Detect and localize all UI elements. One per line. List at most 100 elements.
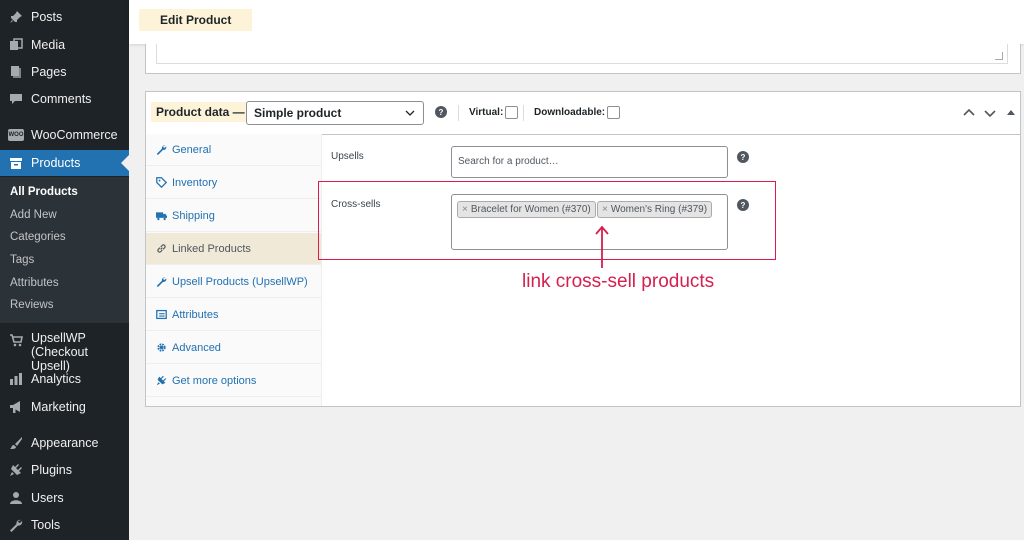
tab-label: Inventory xyxy=(172,176,218,189)
list-icon xyxy=(155,309,167,321)
tab-linked-products[interactable]: Linked Products xyxy=(146,233,321,265)
help-icon[interactable]: ? xyxy=(737,199,749,211)
sidebar-item-media[interactable]: Media xyxy=(0,32,129,58)
product-type-select[interactable]: Simple product xyxy=(246,101,424,125)
product-data-label: Product data — xyxy=(151,102,250,122)
sidebar-item-appearance[interactable]: Appearance xyxy=(0,430,129,456)
description-textarea[interactable] xyxy=(156,44,1008,64)
sidebar-item-products[interactable]: Products xyxy=(0,150,129,176)
sidebar-item-label: Products xyxy=(31,156,81,170)
sidebar-item-plugins[interactable]: Plugins xyxy=(0,457,129,483)
woocommerce-icon: WOO xyxy=(8,127,24,143)
gear-icon xyxy=(155,342,167,354)
token-label: Bracelet for Women (#370) xyxy=(470,204,591,215)
tab-advanced[interactable]: Advanced xyxy=(146,332,321,364)
submenu-attributes[interactable]: Attributes xyxy=(10,277,59,289)
comment-icon xyxy=(8,91,24,107)
tab-label: Shipping xyxy=(172,209,215,222)
remove-icon[interactable]: × xyxy=(462,204,468,215)
bar-chart-icon xyxy=(8,371,24,387)
plug-icon xyxy=(8,462,24,478)
sidebar-item-marketing[interactable]: Marketing xyxy=(0,394,129,420)
sidebar-item-posts[interactable]: Posts xyxy=(0,4,129,30)
sidebar-item-label: Plugins xyxy=(31,463,72,477)
submenu-all-products[interactable]: All Products xyxy=(10,186,78,198)
submenu-tags[interactable]: Tags xyxy=(10,254,34,266)
crosssells-label: Cross-sells xyxy=(331,199,381,210)
sidebar-item-users[interactable]: Users xyxy=(0,485,129,511)
sidebar-item-upsellwp[interactable]: UpsellWP (Checkout Upsell) xyxy=(0,328,129,373)
upsells-search-input[interactable]: Search for a product… xyxy=(451,146,728,178)
link-icon xyxy=(155,243,167,255)
annotation-text: link cross-sell products xyxy=(522,271,715,292)
sidebar-item-label: Users xyxy=(31,491,64,505)
sidebar-item-comments[interactable]: Comments xyxy=(0,86,129,112)
sidebar-item-woocommerce[interactable]: WOO WooCommerce xyxy=(0,122,129,148)
virtual-option: Virtual: xyxy=(469,106,519,119)
submenu-add-new[interactable]: Add New xyxy=(10,209,57,221)
downloadable-label: Downloadable: xyxy=(534,107,606,118)
divider xyxy=(458,105,459,121)
brush-icon xyxy=(8,435,24,451)
page-title: Edit Product xyxy=(139,9,253,31)
admin-sidebar: Posts Media Pages Comments WOO WooCommer… xyxy=(0,0,129,540)
chevron-up-icon[interactable] xyxy=(962,106,976,120)
sidebar-item-label: Tools xyxy=(31,518,61,532)
crosssell-token[interactable]: × Women's Ring (#379) xyxy=(597,201,713,218)
tab-inventory[interactable]: Inventory xyxy=(146,167,321,199)
product-data-tabs: General Inventory Shipping Linked Produc… xyxy=(146,134,322,406)
sidebar-item-pages[interactable]: Pages xyxy=(0,59,129,85)
tab-label: Advanced xyxy=(172,341,221,354)
crosssells-input[interactable]: × Bracelet for Women (#370) × Women's Ri… xyxy=(451,194,728,250)
token-label: Women's Ring (#379) xyxy=(610,204,708,215)
downloadable-checkbox[interactable] xyxy=(607,106,621,119)
tab-label: General xyxy=(172,143,212,156)
collapse-arrow-icon[interactable] xyxy=(1004,106,1018,120)
wrench-icon xyxy=(155,276,167,288)
tag-icon xyxy=(155,177,167,189)
tab-label: Attributes xyxy=(172,308,219,321)
sidebar-item-label: Pages xyxy=(31,65,67,79)
upsells-label: Upsells xyxy=(331,151,364,162)
virtual-checkbox[interactable] xyxy=(505,106,519,119)
tab-attributes[interactable]: Attributes xyxy=(146,299,321,331)
woocommerce-badge: WOO xyxy=(8,129,24,141)
arrow-up-icon xyxy=(595,225,609,268)
pushpin-icon xyxy=(8,9,24,25)
tab-get-more-options[interactable]: Get more options xyxy=(146,365,321,397)
sidebar-item-label: UpsellWP xyxy=(31,331,86,345)
product-data-panel: Product data — Simple product ? Virtual:… xyxy=(145,91,1021,407)
truck-icon xyxy=(155,210,167,222)
pages-icon xyxy=(8,64,24,80)
page-edge xyxy=(1024,0,1028,547)
page-header: Edit Product xyxy=(129,0,1024,44)
sidebar-item-label: Analytics xyxy=(31,372,82,386)
megaphone-icon xyxy=(8,399,24,415)
wrench-icon xyxy=(8,517,24,533)
page-edge xyxy=(0,540,1028,547)
tab-upsell-products[interactable]: Upsell Products (UpsellWP) xyxy=(146,266,321,298)
wrench-icon xyxy=(155,144,167,156)
downloadable-option: Downloadable: xyxy=(534,106,621,119)
help-icon[interactable]: ? xyxy=(435,106,447,118)
remove-icon[interactable]: × xyxy=(602,204,608,215)
sidebar-item-tools[interactable]: Tools xyxy=(0,512,129,538)
sidebar-item-label: Appearance xyxy=(31,436,99,450)
resize-handle-icon[interactable] xyxy=(995,52,1003,60)
help-icon[interactable]: ? xyxy=(737,151,749,163)
divider xyxy=(523,105,524,121)
sidebar-item-label: Comments xyxy=(31,92,92,106)
submenu-categories[interactable]: Categories xyxy=(10,231,66,243)
plug-icon xyxy=(155,375,167,387)
product-type-value: Simple product xyxy=(254,106,342,120)
crosssell-token[interactable]: × Bracelet for Women (#370) xyxy=(457,201,596,218)
chevron-down-icon[interactable] xyxy=(983,106,997,120)
description-box xyxy=(145,44,1021,74)
sidebar-item-analytics[interactable]: Analytics xyxy=(0,366,129,392)
tab-general[interactable]: General xyxy=(146,134,321,166)
cart-icon xyxy=(8,332,24,348)
tab-shipping[interactable]: Shipping xyxy=(146,200,321,232)
sidebar-item-label: WooCommerce xyxy=(31,128,118,142)
sidebar-item-label: Media xyxy=(31,38,66,52)
submenu-reviews[interactable]: Reviews xyxy=(10,299,53,311)
